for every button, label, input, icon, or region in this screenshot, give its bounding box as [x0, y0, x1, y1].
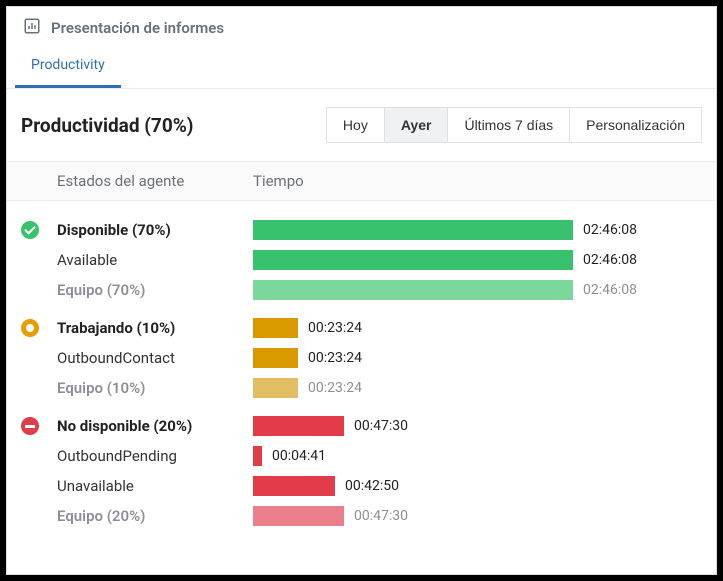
time-value: 00:23:24: [308, 380, 362, 396]
range-today[interactable]: Hoy: [326, 107, 385, 143]
status-label: Disponible (70%): [57, 221, 253, 239]
tab-productivity[interactable]: Productivity: [15, 47, 121, 88]
status-row-header: Disponible (70%) 02:46:08: [21, 215, 702, 245]
col-time: Tiempo: [253, 172, 702, 190]
status-row-team: Equipo (70%) 02:46:08: [21, 275, 702, 305]
time-value: 02:46:08: [583, 222, 637, 238]
status-icon-cell: [21, 221, 57, 239]
table-header: Estados del agente Tiempo: [7, 161, 716, 201]
status-label: No disponible (20%): [57, 417, 253, 435]
status-label: OutboundContact: [57, 349, 253, 367]
bar-area: 00:04:41: [253, 445, 702, 467]
bar-area: 02:46:08: [253, 279, 702, 301]
status-row-header: No disponible (20%) 00:47:30: [21, 411, 702, 441]
bar: [253, 416, 344, 436]
time-value: 02:46:08: [583, 282, 637, 298]
time-value: 00:47:30: [354, 418, 408, 434]
titlebar-label: Presentación de informes: [51, 19, 224, 37]
bar-area: 00:23:24: [253, 377, 702, 399]
status-icon-cell: [21, 319, 57, 337]
range-custom[interactable]: Personalización: [569, 107, 702, 143]
status-row: OutboundPending 00:04:41: [21, 441, 702, 471]
check-circle-icon: [21, 221, 39, 239]
status-row-team: Equipo (10%) 00:23:24: [21, 373, 702, 403]
bar-area: 02:46:08: [253, 249, 702, 271]
bar: [253, 446, 262, 466]
bar-area: 00:47:30: [253, 505, 702, 527]
status-label: OutboundPending: [57, 447, 253, 465]
status-row: OutboundContact 00:23:24: [21, 343, 702, 373]
time-value: 02:46:08: [583, 252, 637, 268]
status-label: Equipo (10%): [57, 379, 253, 397]
bar: [253, 378, 298, 398]
status-group: No disponible (20%) 00:47:30 OutboundPendi…: [21, 411, 702, 531]
col-state: Estados del agente: [57, 172, 253, 190]
bar: [253, 506, 344, 526]
range-buttons: Hoy Ayer Últimos 7 días Personalización: [327, 107, 702, 143]
status-icon-cell: [21, 417, 57, 435]
titlebar: Presentación de informes: [7, 7, 716, 47]
range-yesterday[interactable]: Ayer: [384, 107, 449, 143]
status-row: Unavailable 00:42:50: [21, 471, 702, 501]
status-row-header: Trabajando (10%) 00:23:24: [21, 313, 702, 343]
status-label: Equipo (70%): [57, 281, 253, 299]
minus-circle-icon: [21, 417, 39, 435]
groups: Disponible (70%) 02:46:08 Available 02:46:0…: [7, 201, 716, 541]
bar: [253, 348, 298, 368]
bar: [253, 250, 573, 270]
ring-icon: [21, 319, 39, 337]
bar-area: 00:42:50: [253, 475, 702, 497]
time-value: 00:23:24: [308, 350, 362, 366]
bar: [253, 476, 335, 496]
bar-area: 00:47:30: [253, 415, 702, 437]
header-row: Productividad (70%) Hoy Ayer Últimos 7 d…: [7, 89, 716, 155]
status-label: Available: [57, 251, 253, 269]
status-group: Trabajando (10%) 00:23:24 OutboundContact 0…: [21, 313, 702, 403]
bar-area: 02:46:08: [253, 219, 702, 241]
range-7days[interactable]: Últimos 7 días: [447, 107, 570, 143]
bar-area: 00:23:24: [253, 347, 702, 369]
status-label: Trabajando (10%): [57, 319, 253, 337]
bar: [253, 318, 298, 338]
bar: [253, 280, 573, 300]
time-value: 00:42:50: [345, 478, 399, 494]
app-window: Presentación de informes Productivity Pr…: [6, 6, 717, 575]
time-value: 00:23:24: [308, 320, 362, 336]
status-row: Available 02:46:08: [21, 245, 702, 275]
bar-area: 00:23:24: [253, 317, 702, 339]
time-value: 00:04:41: [272, 448, 326, 464]
status-row-team: Equipo (20%) 00:47:30: [21, 501, 702, 531]
tabs: Productivity: [7, 47, 716, 88]
status-label: Equipo (20%): [57, 507, 253, 525]
bar: [253, 220, 573, 240]
status-label: Unavailable: [57, 477, 253, 495]
page-title: Productividad (70%): [21, 114, 193, 137]
status-group: Disponible (70%) 02:46:08 Available 02:46:0…: [21, 215, 702, 305]
chart-icon: [23, 17, 41, 39]
time-value: 00:47:30: [354, 508, 408, 524]
